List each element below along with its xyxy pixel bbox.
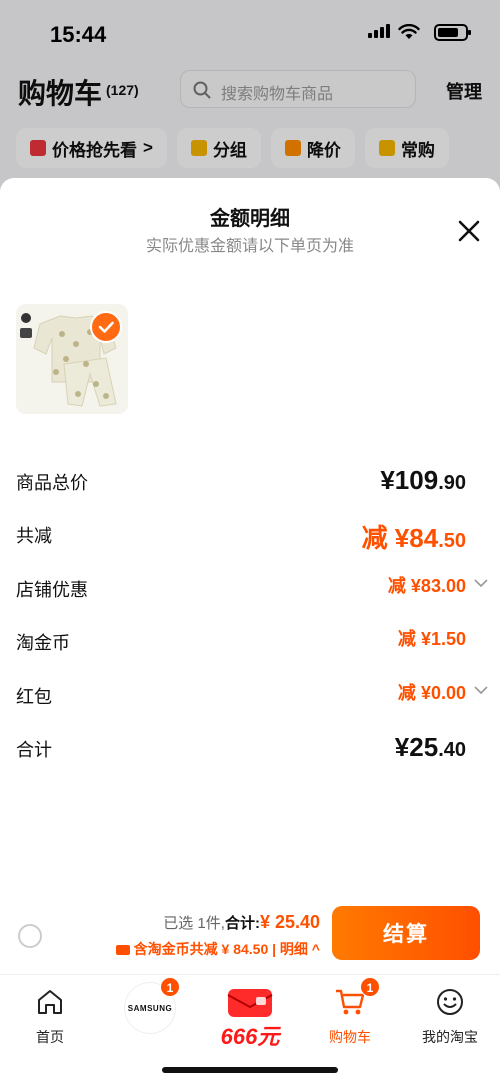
row-total: 合计 ¥25.40 — [16, 732, 466, 764]
coin-text: 含淘金币共减 ¥ 84.50 | 明细 ^ — [133, 941, 320, 957]
selected-count: 已选 1件, — [163, 915, 225, 932]
taojinbi-value: 减 ¥1.50 — [398, 625, 466, 651]
amount-detail-sheet: 金额明细 实际优惠金额请以下单页为准 商品总价 ¥109.90 共减 减 ¥84… — [0, 178, 500, 1082]
value-dec: .40 — [438, 739, 466, 761]
row-label: 合计 — [16, 740, 52, 760]
value-dec: .50 — [438, 530, 466, 552]
total-label: 合计: — [224, 915, 260, 932]
total-discount-value: 减 ¥84.50 — [362, 518, 466, 555]
value-dec: .00 — [440, 683, 466, 703]
tab-label: 我的淘宝 — [422, 1029, 478, 1045]
value-prefix: 减 — [387, 576, 411, 596]
sheet-subtitle: 实际优惠金额请以下单页为准 — [145, 238, 354, 255]
row-shop-discount[interactable]: 店铺优惠 减 ¥83.00 — [16, 572, 488, 604]
row-label: 商品总价 — [16, 473, 88, 493]
selected-summary: 已选 1件,合计:¥ 25.40 — [163, 912, 320, 933]
home-indicator — [162, 1067, 338, 1073]
home-icon — [38, 990, 62, 1014]
red-packet-value: 减 ¥0.00 — [398, 679, 466, 705]
value-int: ¥84 — [394, 523, 439, 553]
value-dec: .00 — [440, 576, 466, 596]
total-amount: ¥ 25.40 — [259, 912, 320, 932]
tab-cart[interactable]: 1 购物车 — [300, 977, 400, 1045]
value-prefix: 减 — [397, 629, 421, 649]
value-int: ¥83 — [410, 576, 441, 596]
checkout-button[interactable]: 结算 — [332, 906, 480, 960]
selected-check-icon[interactable] — [90, 311, 122, 343]
total-value: ¥25.40 — [395, 732, 466, 763]
bottom-tab-bar: 首页 SAMSUNG 1 666元 1 购物车 我的淘宝 — [0, 974, 500, 1082]
value-int: ¥0 — [420, 683, 441, 703]
notification-badge: 1 — [160, 977, 180, 997]
tab-home[interactable]: 首页 — [0, 983, 100, 1045]
value-int: ¥1 — [420, 629, 441, 649]
row-total-discount: 共减 减 ¥84.50 — [16, 518, 466, 553]
close-icon[interactable] — [456, 218, 482, 244]
row-label: 店铺优惠 — [16, 580, 88, 600]
value-int: ¥109 — [380, 465, 439, 495]
row-label: 淘金币 — [16, 633, 70, 653]
value-dec: .90 — [438, 472, 466, 494]
row-label: 红包 — [16, 687, 52, 707]
sheet-title: 金额明细 — [210, 208, 290, 230]
promo-label: 666元 — [220, 1024, 280, 1049]
cart-badge: 1 — [360, 977, 380, 997]
row-goods-total: 商品总价 ¥109.90 — [16, 465, 466, 497]
shop-discount-value: 减 ¥83.00 — [388, 572, 466, 598]
value-prefix: 减 — [397, 683, 421, 703]
value-dec: .50 — [440, 629, 466, 649]
tab-label: 购物车 — [329, 1029, 371, 1045]
modal-overlay[interactable] — [0, 0, 500, 190]
row-red-packet[interactable]: 红包 减 ¥0.00 — [16, 679, 488, 711]
tab-my-taobao[interactable]: 我的淘宝 — [400, 983, 500, 1045]
goods-total-value: ¥109.90 — [380, 465, 466, 496]
smile-face-icon — [437, 989, 463, 1015]
coin-discount-detail[interactable]: 含淘金币共减 ¥ 84.50 | 明细 ^ — [115, 939, 320, 959]
checkout-bar: 已选 1件,合计:¥ 25.40 含淘金币共减 ¥ 84.50 | 明细 ^ 结… — [0, 906, 500, 974]
row-label: 共减 — [16, 526, 52, 546]
select-all-radio[interactable] — [18, 924, 42, 948]
value-prefix: 减 — [361, 523, 395, 553]
value-int: ¥25 — [394, 732, 439, 762]
chevron-down-icon[interactable] — [474, 685, 488, 695]
chevron-down-icon[interactable] — [474, 578, 488, 588]
row-taojinbi: 淘金币 减 ¥1.50 — [16, 625, 466, 657]
coupon-icon — [115, 945, 130, 956]
tab-label: 首页 — [36, 1029, 64, 1045]
